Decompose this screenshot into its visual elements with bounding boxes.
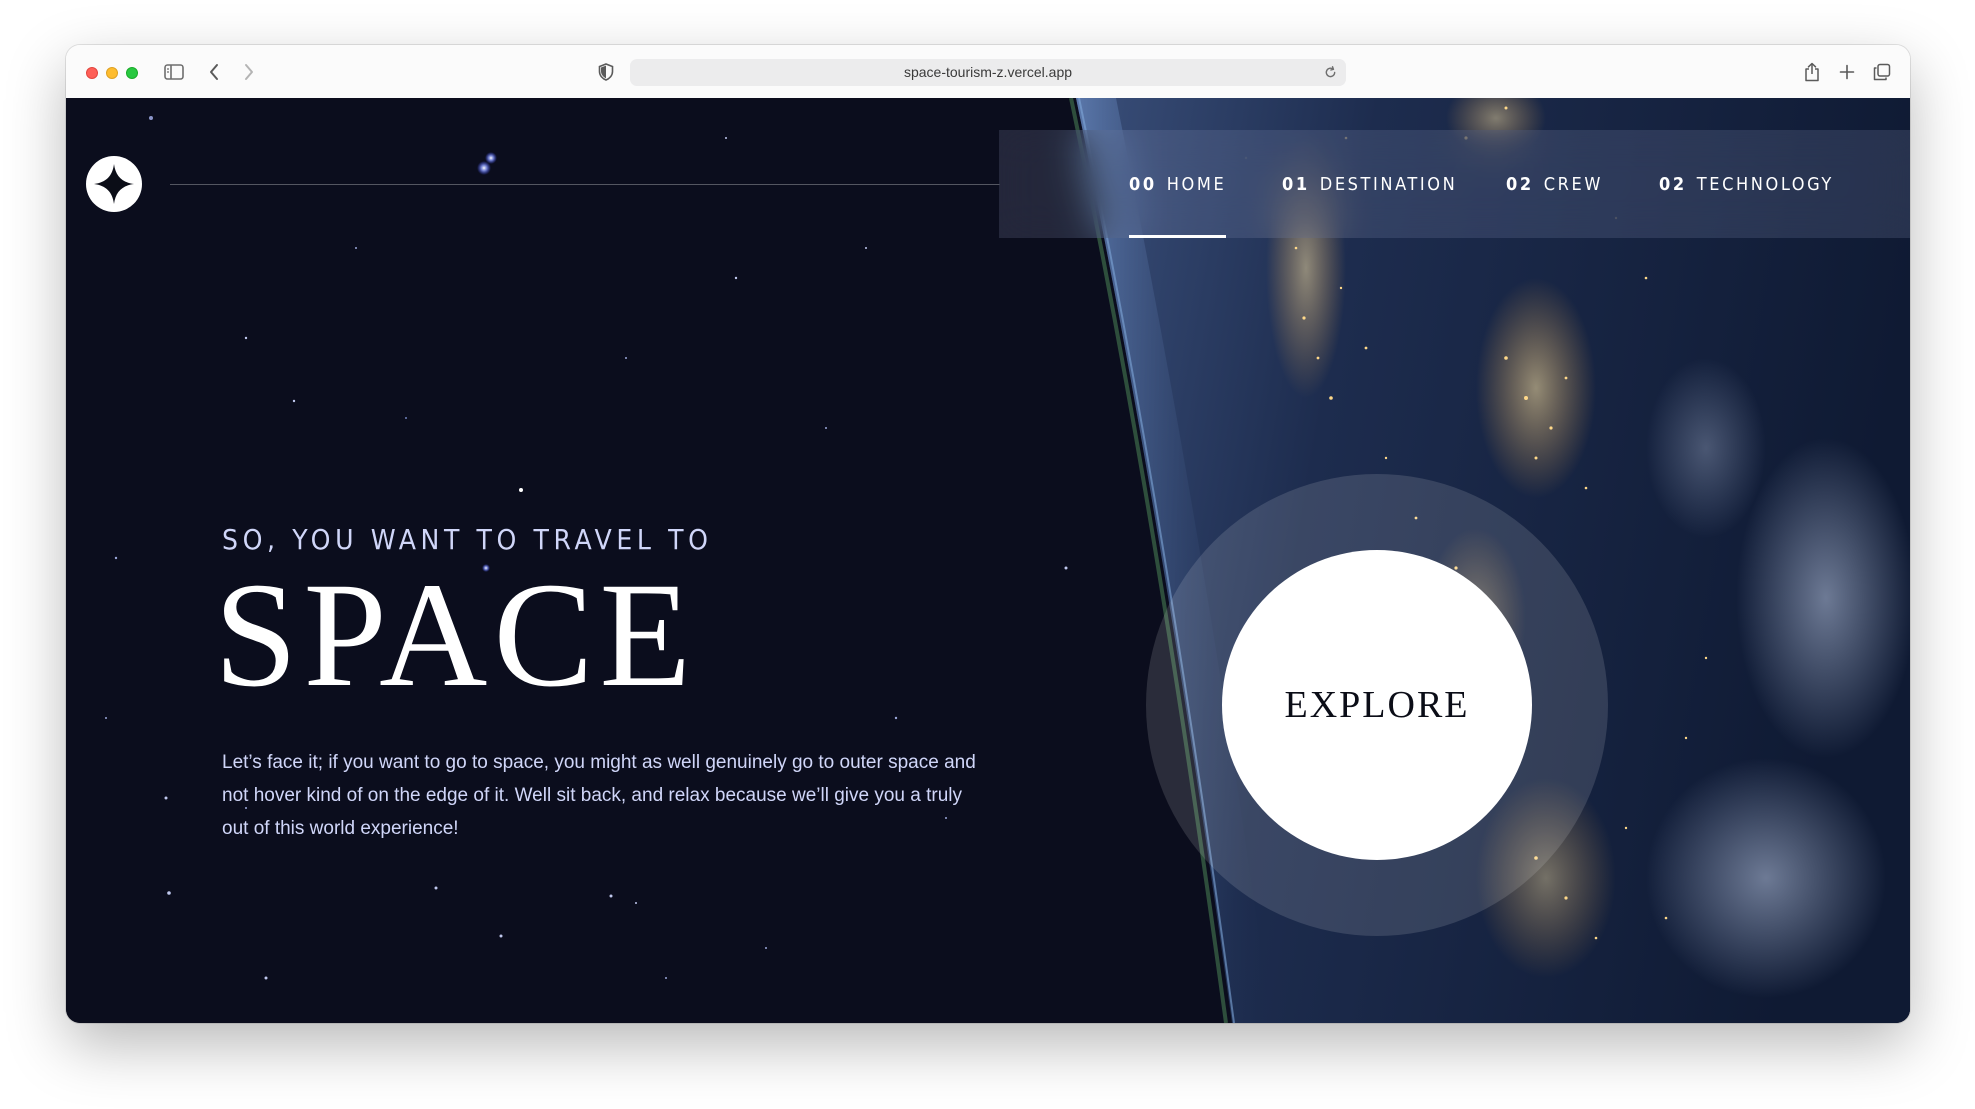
nav-item-technology[interactable]: 02 TECHNOLOGY xyxy=(1659,130,1834,238)
chevron-right-icon[interactable] xyxy=(236,59,262,85)
explore-button[interactable]: EXPLORE xyxy=(1222,550,1532,860)
nav-item-destination[interactable]: 01 DESTINATION xyxy=(1282,130,1457,238)
nav-item-number: 00 xyxy=(1129,173,1157,195)
primary-navigation: 00 HOME 01 DESTINATION 02 CREW 02 TECHNO… xyxy=(999,130,1910,238)
address-bar[interactable]: space-tourism-z.vercel.app xyxy=(630,59,1346,86)
shield-icon[interactable] xyxy=(593,59,619,85)
nav-item-label: HOME xyxy=(1166,173,1227,195)
nav-item-crew[interactable]: 02 CREW xyxy=(1506,130,1603,238)
browser-window: space-tourism-z.vercel.app 00 HOME 01 DE… xyxy=(66,45,1910,1023)
page-viewport: 00 HOME 01 DESTINATION 02 CREW 02 TECHNO… xyxy=(66,98,1910,1023)
url-text: space-tourism-z.vercel.app xyxy=(903,64,1073,80)
nav-item-number: 02 xyxy=(1659,173,1687,195)
chevron-left-icon[interactable] xyxy=(201,59,227,85)
zoom-window-button[interactable] xyxy=(126,67,138,79)
sidebar-toggle-icon[interactable] xyxy=(161,59,187,85)
nav-item-number: 02 xyxy=(1506,173,1534,195)
nav-item-home[interactable]: 00 HOME xyxy=(1129,130,1227,238)
close-window-button[interactable] xyxy=(86,67,98,79)
minimize-window-button[interactable] xyxy=(106,67,118,79)
reload-icon[interactable] xyxy=(1320,62,1340,82)
tab-overview-icon[interactable] xyxy=(1869,59,1895,85)
four-point-star-icon[interactable] xyxy=(86,156,142,212)
plus-icon[interactable] xyxy=(1834,59,1860,85)
nav-item-number: 01 xyxy=(1282,173,1310,195)
nav-item-label: DESTINATION xyxy=(1319,173,1458,195)
browser-toolbar: space-tourism-z.vercel.app xyxy=(66,45,1910,99)
share-icon[interactable] xyxy=(1799,59,1825,85)
nav-item-label: CREW xyxy=(1543,173,1603,195)
hero-description: Let’s face it; if you want to go to spac… xyxy=(222,752,976,839)
nav-divider-line xyxy=(170,184,1000,185)
explore-button-label: EXPLORE xyxy=(1284,684,1470,726)
nav-item-label: TECHNOLOGY xyxy=(1696,173,1834,195)
hero-title: SPACE xyxy=(214,552,698,718)
